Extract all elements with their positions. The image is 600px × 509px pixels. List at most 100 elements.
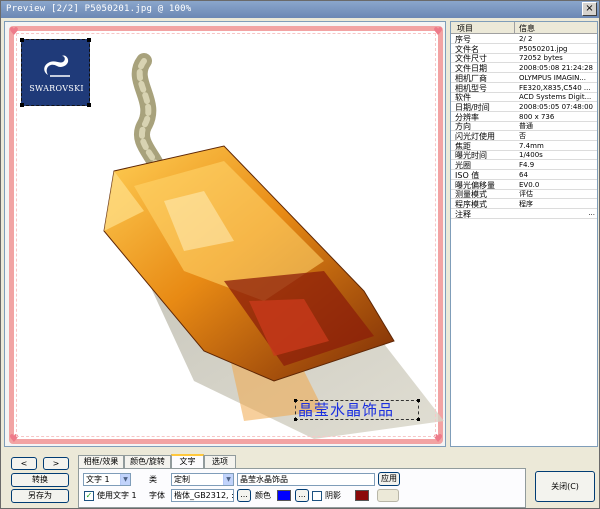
- property-row[interactable]: 序号 2/ 2: [451, 35, 597, 44]
- text-slot-value: 文字 1: [86, 475, 110, 484]
- property-value: 评估: [519, 190, 533, 199]
- property-row[interactable]: 文件日期 2008:05:08 21:24:28: [451, 64, 597, 74]
- swan-logo-icon: [44, 55, 70, 77]
- preview-window: Preview [2/2] P5050201.jpg @ 100% × ♥ ♥ …: [0, 0, 600, 509]
- property-row[interactable]: 注释...: [451, 209, 597, 219]
- color-browse-button[interactable]: ...: [295, 489, 309, 502]
- property-value: 2008:05:05 07:48:00: [519, 102, 594, 111]
- type-value: 定制: [174, 475, 190, 484]
- property-key: 曝光时间: [455, 151, 487, 161]
- property-row[interactable]: 闪光灯使用 否: [451, 132, 597, 141]
- property-key: 相机型号: [455, 83, 487, 93]
- property-value: 64: [519, 170, 528, 179]
- shadow-color-swatch[interactable]: [355, 490, 369, 501]
- property-row[interactable]: 相机厂商 OLYMPUS IMAGIN...: [451, 74, 597, 83]
- tab-color-rotate[interactable]: 颜色/旋转: [124, 455, 171, 468]
- save-as-button[interactable]: 另存为: [11, 489, 69, 503]
- properties-header: 项目 信息: [451, 22, 597, 34]
- next-button[interactable]: >: [43, 457, 69, 470]
- property-row[interactable]: 曝光偏移量 EV0.0: [451, 181, 597, 190]
- property-value: 7.4mm: [519, 141, 544, 150]
- property-row[interactable]: 测量模式 评估: [451, 190, 597, 200]
- resize-handle[interactable]: [417, 399, 420, 402]
- property-row[interactable]: 文件尺寸 72052 bytes: [451, 54, 597, 64]
- property-value: 1/400s: [519, 151, 543, 160]
- window-title: Preview [2/2] P5050201.jpg @ 100%: [6, 4, 192, 14]
- property-key: 序号: [455, 35, 471, 44]
- font-browse-button[interactable]: ...: [237, 489, 251, 502]
- property-value: 程序: [519, 199, 533, 208]
- shadow-checkbox[interactable]: [312, 491, 322, 501]
- tab-text[interactable]: 文字: [171, 454, 204, 469]
- property-value: 否: [519, 132, 526, 140]
- property-key: 方向: [455, 122, 471, 132]
- frame-heart-icon: ♥: [433, 25, 443, 38]
- font-select[interactable]: 楷体_GB2312, :: [171, 489, 234, 502]
- text-color-swatch[interactable]: [277, 490, 291, 501]
- text-slot-select[interactable]: 文字 1 ▼: [83, 473, 131, 486]
- use-text-label: 使用文字 1: [97, 491, 137, 500]
- property-value: F4.9: [519, 161, 535, 170]
- window-close-button[interactable]: ×: [582, 2, 597, 16]
- property-key: 测量模式: [455, 190, 487, 200]
- property-row[interactable]: 相机型号 FE320,X835,C540 ...: [451, 84, 597, 93]
- resize-handle[interactable]: [294, 399, 297, 402]
- property-row[interactable]: 方向 普通: [451, 122, 597, 132]
- property-row[interactable]: ISO 值 64: [451, 171, 597, 180]
- property-key: 软件: [455, 93, 471, 103]
- column-header-key[interactable]: 项目: [457, 23, 473, 34]
- resize-handle[interactable]: [20, 103, 24, 107]
- property-key: 曝光偏移量: [455, 180, 495, 190]
- chevron-down-icon: ▼: [120, 474, 130, 485]
- text-overlay[interactable]: 晶莹水晶饰品: [294, 399, 420, 421]
- property-value: 2/ 2: [519, 35, 533, 43]
- column-separator[interactable]: [514, 22, 515, 34]
- column-header-value[interactable]: 信息: [519, 23, 535, 34]
- tab-options[interactable]: 选项: [204, 455, 236, 468]
- resize-handle[interactable]: [417, 418, 420, 421]
- title-bar[interactable]: Preview [2/2] P5050201.jpg @ 100% ×: [1, 1, 599, 18]
- convert-button[interactable]: 转换: [11, 473, 69, 487]
- property-row[interactable]: 曝光时间 1/400s: [451, 151, 597, 161]
- property-value: 普通: [519, 122, 533, 131]
- property-value: FE320,X835,C540 ...: [519, 83, 591, 92]
- resize-handle[interactable]: [20, 38, 24, 42]
- shadow-label: 阴影: [325, 491, 341, 500]
- image-preview-pane: ♥ ♥ ♥ ♥ SWAROVSKI 晶莹水晶饰品: [4, 21, 446, 447]
- property-key: 分辨率: [455, 112, 479, 122]
- property-value: 2008:05:08 21:24:28: [519, 64, 594, 73]
- property-row[interactable]: 光圈 F4.9: [451, 161, 597, 171]
- property-row[interactable]: 软件 ACD Systems Digit...: [451, 93, 597, 103]
- chevron-down-icon: ▼: [223, 474, 233, 485]
- property-row[interactable]: 日期/时间 2008:05:05 07:48:00: [451, 103, 597, 112]
- property-row[interactable]: 文件名 P5050201.jpg: [451, 45, 597, 54]
- property-row[interactable]: 分辨率 800 x 736: [451, 113, 597, 122]
- shadow-options-button[interactable]: [377, 489, 399, 502]
- logo-text: SWAROVSKI: [29, 84, 84, 93]
- property-value: 800 x 736: [519, 112, 555, 121]
- logo-overlay[interactable]: SWAROVSKI: [20, 38, 91, 107]
- close-button[interactable]: 关闭(C): [535, 471, 595, 502]
- control-panel: < > 转换 另存为 相框/效果 颜色/旋转 文字 选项 文字 1 ▼ 类 定制…: [1, 449, 599, 508]
- previous-button[interactable]: <: [11, 457, 37, 470]
- property-key: 程序模式: [455, 199, 487, 209]
- property-row[interactable]: 焦距 7.4mm: [451, 142, 597, 151]
- type-select[interactable]: 定制 ▼: [171, 473, 234, 486]
- apply-button[interactable]: 应用: [378, 472, 400, 486]
- exif-properties-list: 项目 信息 序号 2/ 2 文件名 P5050201.jpg 文件尺寸 72052 byt…: [450, 21, 598, 447]
- property-key: 光圈: [455, 161, 471, 171]
- property-row[interactable]: 程序模式 程序: [451, 200, 597, 209]
- resize-handle[interactable]: [87, 103, 91, 107]
- property-key: 闪光灯使用: [455, 132, 495, 141]
- tab-frame-effects[interactable]: 相框/效果: [78, 455, 124, 468]
- property-key: 焦距: [455, 141, 471, 151]
- property-key: 相机厂商: [455, 73, 487, 83]
- overlay-text-label: 晶莹水晶饰品: [298, 401, 395, 419]
- resize-handle[interactable]: [87, 38, 91, 42]
- resize-handle[interactable]: [294, 418, 297, 421]
- property-key: ISO 值: [455, 170, 480, 180]
- property-value: OLYMPUS IMAGIN...: [519, 73, 586, 82]
- text-content-input[interactable]: 晶莹水晶饰品: [237, 473, 375, 486]
- more-button[interactable]: ...: [588, 209, 595, 217]
- use-text-checkbox[interactable]: ✓: [84, 491, 94, 501]
